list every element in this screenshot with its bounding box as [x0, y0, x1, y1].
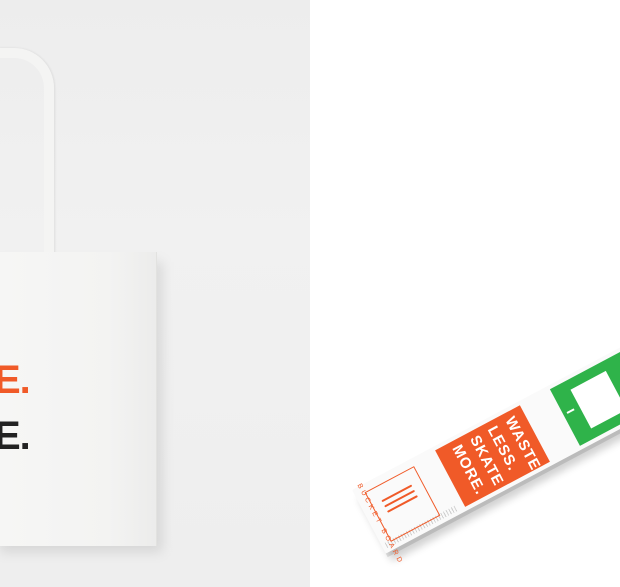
tote-bag-photo: E. E.	[0, 0, 310, 587]
green-sticker-dash	[566, 408, 575, 414]
green-sticker-panel	[570, 370, 620, 429]
bag-print-line-2: E.	[0, 414, 31, 458]
bag-print-line-1: E.	[0, 358, 31, 402]
